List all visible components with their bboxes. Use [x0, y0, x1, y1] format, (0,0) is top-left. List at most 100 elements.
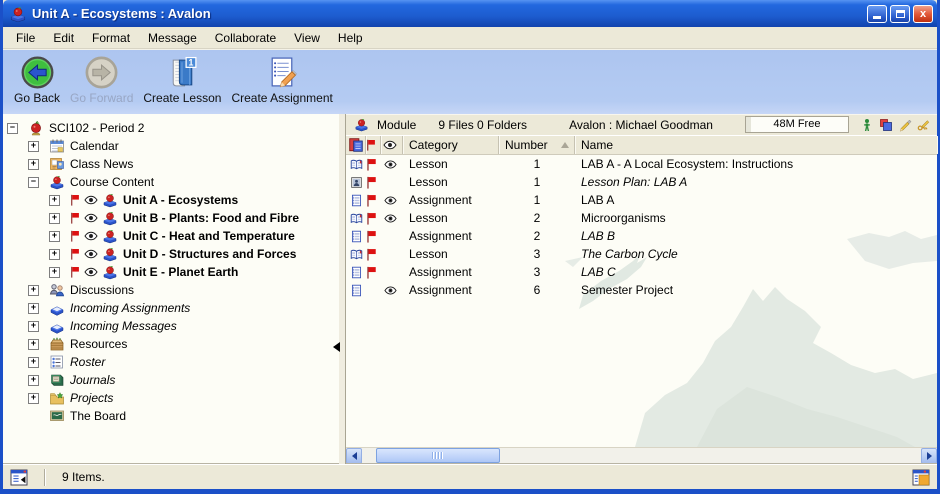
expand-toggle-unit-e-planet-earth[interactable]: + [49, 267, 60, 278]
free-space-meter: 48M Free [745, 116, 849, 133]
file-row-lab-a-a-local-ecosystem-instructions[interactable]: Lesson1LAB A - A Local Ecosystem: Instru… [346, 155, 937, 173]
panel-toggle-left-icon[interactable] [10, 469, 30, 486]
scroll-left-button[interactable] [346, 448, 362, 464]
tree-item-unit-e-planet-earth[interactable]: +Unit E - Planet Earth [3, 263, 339, 281]
expand-toggle-discussions[interactable]: + [28, 285, 39, 296]
expand-toggle-sci102-period-2[interactable]: − [7, 123, 18, 134]
apple-books-icon [102, 228, 118, 244]
menu-bar: FileEditFormatMessageCollaborateViewHelp [3, 27, 937, 49]
tree-item-unit-b-plants-food-and-fibre[interactable]: +Unit B - Plants: Food and Fibre [3, 209, 339, 227]
tree-item-unit-c-heat-and-temperature[interactable]: +Unit C - Heat and Temperature [3, 227, 339, 245]
tree-item-sci102-period-2[interactable]: −SCI102 - Period 2 [3, 119, 339, 137]
column-item-type[interactable] [346, 136, 366, 154]
open-book-icon [350, 212, 363, 225]
create-lesson-button[interactable]: 1Create Lesson [140, 54, 224, 106]
name-cell: LAB A [575, 191, 937, 209]
panel-toggle-right-icon[interactable] [911, 469, 931, 486]
expand-toggle-calendar[interactable]: + [28, 141, 39, 152]
scrollbar-grip [432, 452, 444, 459]
column-number-label: Number [505, 138, 548, 152]
tree-item-unit-d-structures-and-forces[interactable]: +Unit D - Structures and Forces [3, 245, 339, 263]
category-cell: Assignment [403, 281, 499, 299]
expand-toggle-roster[interactable]: + [28, 357, 39, 368]
layers-icon[interactable] [879, 118, 893, 132]
pencil-key-icon[interactable] [917, 118, 931, 132]
tree-item-roster[interactable]: +Roster [3, 353, 339, 371]
file-row-lab-c[interactable]: Assignment3LAB C [346, 263, 937, 281]
splitter[interactable] [339, 114, 346, 464]
file-row-semester-project[interactable]: Assignment6Semester Project [346, 281, 937, 299]
expand-toggle-unit-a-ecosystems[interactable]: + [49, 195, 60, 206]
column-flag[interactable] [366, 136, 381, 154]
viewed-cell [381, 209, 403, 227]
tree-item-journals[interactable]: +Journals [3, 371, 339, 389]
file-row-microorganisms[interactable]: Lesson2Microorganisms [346, 209, 937, 227]
file-row-lab-b[interactable]: Assignment2LAB B [346, 227, 937, 245]
number-cell: 2 [499, 209, 575, 227]
expand-toggle-class-news[interactable]: + [28, 159, 39, 170]
category-cell: Assignment [403, 263, 499, 281]
expand-toggle-projects[interactable]: + [28, 393, 39, 404]
close-button[interactable]: x [913, 5, 933, 23]
tree-label-incoming-assignments: Incoming Assignments [70, 301, 190, 315]
tree-item-incoming-messages[interactable]: +Incoming Messages [3, 317, 339, 335]
flag-icon [365, 212, 378, 225]
item-type-cell [346, 245, 366, 263]
menu-edit[interactable]: Edit [44, 29, 83, 47]
viewed-cell [381, 263, 403, 281]
tree-item-course-content[interactable]: −Course Content [3, 173, 339, 191]
main-area: −SCI102 - Period 2+Calendar+Class News−C… [3, 114, 937, 464]
collapse-panel-arrow-icon[interactable] [333, 342, 340, 352]
column-category[interactable]: Category [403, 136, 499, 154]
tree-item-resources[interactable]: +Resources [3, 335, 339, 353]
create-assignment-button[interactable]: Create Assignment [228, 54, 335, 106]
status-separator [44, 469, 46, 486]
tree-item-discussions[interactable]: + Discussions [3, 281, 339, 299]
expand-toggle-resources[interactable]: + [28, 339, 39, 350]
used-space-bar [746, 117, 751, 132]
expand-toggle-course-content[interactable]: − [28, 177, 39, 188]
file-row-lesson-plan-lab-a[interactable]: Lesson1Lesson Plan: LAB A [346, 173, 937, 191]
menu-collaborate[interactable]: Collaborate [206, 29, 285, 47]
tree-item-projects[interactable]: +Projects [3, 389, 339, 407]
tree-item-calendar[interactable]: +Calendar [3, 137, 339, 155]
file-row-the-carbon-cycle[interactable]: Lesson3The Carbon Cycle [346, 245, 937, 263]
person-icon[interactable] [860, 118, 874, 132]
expand-toggle-unit-b-plants-food-and-fibre[interactable]: + [49, 213, 60, 224]
maximize-button[interactable] [890, 5, 910, 23]
scroll-right-button[interactable] [921, 448, 937, 464]
journal-icon [49, 372, 65, 388]
category-cell: Lesson [403, 173, 499, 191]
tree-item-class-news[interactable]: +Class News [3, 155, 339, 173]
flag-icon [365, 158, 378, 171]
eye-icon [384, 284, 397, 297]
tree-item-the-board[interactable]: +The Board [3, 407, 339, 425]
go-back-button[interactable]: Go Back [11, 54, 63, 106]
expand-toggle-journals[interactable]: + [28, 375, 39, 386]
name-cell: The Carbon Cycle [575, 245, 937, 263]
tree-label-discussions: Discussions [70, 283, 134, 297]
menu-message[interactable]: Message [139, 29, 206, 47]
menu-help[interactable]: Help [329, 29, 372, 47]
tree-item-incoming-assignments[interactable]: + Incoming Assignments [3, 299, 339, 317]
expand-toggle-unit-d-structures-and-forces[interactable]: + [49, 249, 60, 260]
number-cell: 2 [499, 227, 575, 245]
file-row-lab-a[interactable]: Assignment1LAB A [346, 191, 937, 209]
menu-file[interactable]: File [7, 29, 44, 47]
expand-toggle-incoming-assignments[interactable]: + [28, 303, 39, 314]
tree-label-the-board: The Board [70, 409, 126, 423]
column-name[interactable]: Name [575, 136, 937, 154]
column-number[interactable]: Number [499, 136, 575, 154]
expand-toggle-incoming-messages[interactable]: + [28, 321, 39, 332]
tree-item-unit-a-ecosystems[interactable]: +Unit A - Ecosystems [3, 191, 339, 209]
pencil-icon[interactable] [898, 118, 912, 132]
minimize-button[interactable] [867, 5, 887, 23]
item-type-cell [346, 209, 366, 227]
column-viewed[interactable] [381, 136, 403, 154]
menu-view[interactable]: View [285, 29, 329, 47]
scrollbar-thumb[interactable] [376, 448, 500, 463]
menu-format[interactable]: Format [83, 29, 139, 47]
scrollbar-track[interactable] [362, 448, 921, 464]
news-icon [49, 156, 65, 172]
expand-toggle-unit-c-heat-and-temperature[interactable]: + [49, 231, 60, 242]
